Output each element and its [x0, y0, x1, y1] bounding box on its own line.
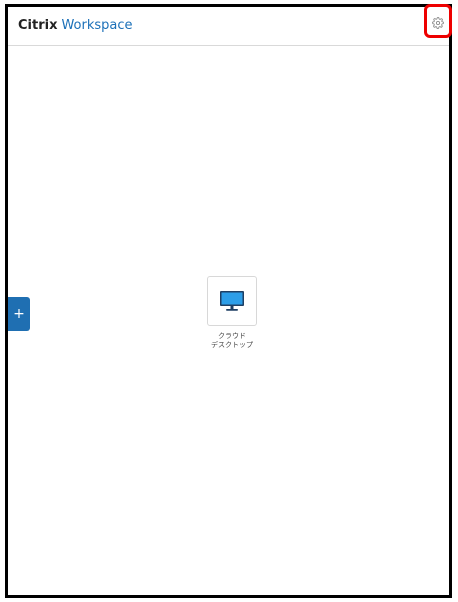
resource-label: クラウド デスクトップ [211, 332, 253, 349]
gear-icon [432, 17, 444, 29]
resource-tile[interactable] [207, 276, 257, 326]
settings-button[interactable] [430, 15, 446, 31]
app-frame: Citrix Workspace + クラウド デスクトップ [5, 4, 452, 598]
brand-title: Citrix Workspace [18, 18, 133, 33]
screen: Citrix Workspace + クラウド デスクトップ [0, 0, 458, 602]
plus-icon: + [13, 306, 25, 322]
main-area: + クラウド デスクトップ [8, 46, 449, 595]
monitor-icon [220, 291, 244, 311]
brand-secondary: Workspace [61, 18, 133, 33]
add-button[interactable]: + [8, 297, 30, 331]
app-header: Citrix Workspace [8, 4, 452, 46]
brand-primary: Citrix [18, 18, 58, 33]
